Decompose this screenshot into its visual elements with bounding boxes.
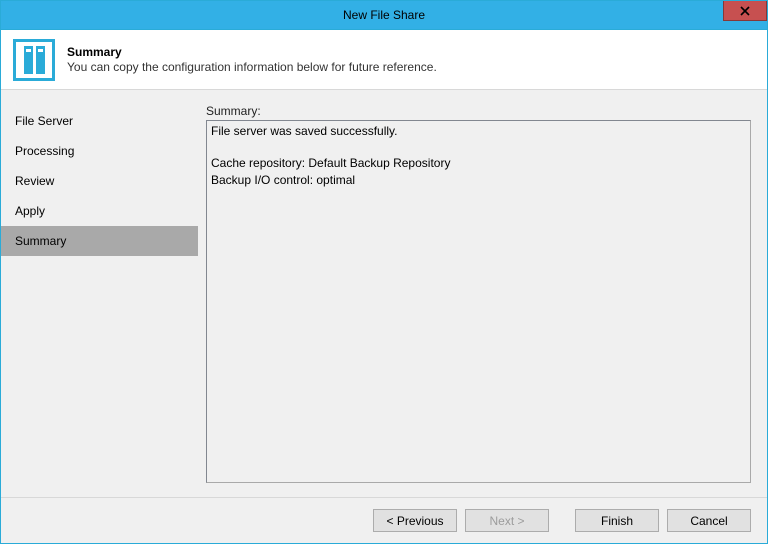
summary-label: Summary: xyxy=(206,104,751,118)
wizard-sidebar: File Server Processing Review Apply Summ… xyxy=(1,90,198,497)
file-share-icon xyxy=(13,39,55,81)
close-icon xyxy=(740,6,750,16)
sidebar-item-review[interactable]: Review xyxy=(1,166,198,196)
sidebar-item-summary[interactable]: Summary xyxy=(1,226,198,256)
cancel-button[interactable]: Cancel xyxy=(667,509,751,532)
header-title: Summary xyxy=(67,45,755,59)
sidebar-item-processing[interactable]: Processing xyxy=(1,136,198,166)
sidebar-item-apply[interactable]: Apply xyxy=(1,196,198,226)
dialog-header: Summary You can copy the configuration i… xyxy=(1,30,767,90)
finish-button[interactable]: Finish xyxy=(575,509,659,532)
dialog-footer: < Previous Next > Finish Cancel xyxy=(1,497,767,543)
dialog-window: New File Share Summary You can copy the … xyxy=(0,0,768,544)
summary-textbox[interactable]: File server was saved successfully. Cach… xyxy=(206,120,751,483)
sidebar-item-file-server[interactable]: File Server xyxy=(1,106,198,136)
main-panel: Summary: File server was saved successfu… xyxy=(198,90,767,497)
next-button: Next > xyxy=(465,509,549,532)
window-title: New File Share xyxy=(343,8,425,22)
previous-button[interactable]: < Previous xyxy=(373,509,457,532)
dialog-body: File Server Processing Review Apply Summ… xyxy=(1,90,767,497)
titlebar: New File Share xyxy=(1,1,767,30)
close-button[interactable] xyxy=(723,1,767,21)
header-description: You can copy the configuration informati… xyxy=(67,60,755,74)
header-text: Summary You can copy the configuration i… xyxy=(67,45,755,74)
